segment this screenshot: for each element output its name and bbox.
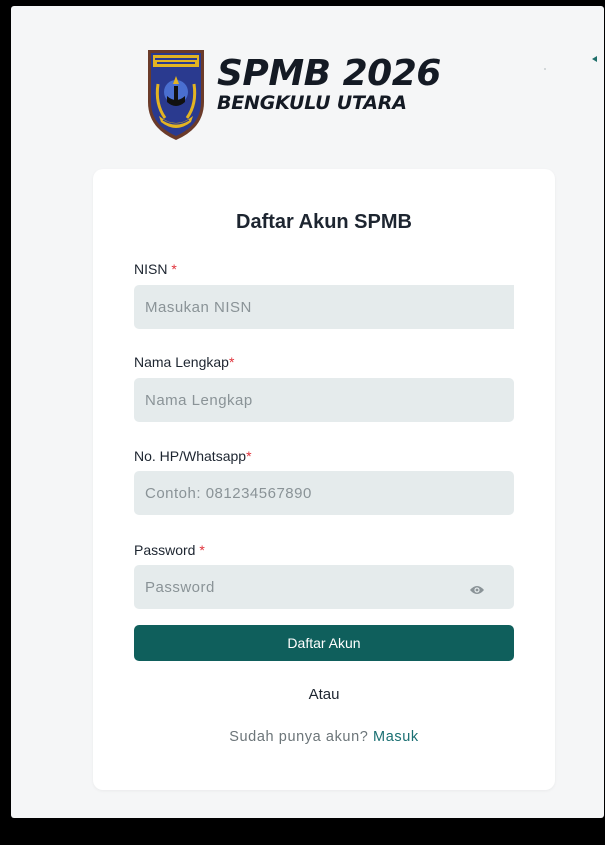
or-separator: Atau [308, 686, 340, 703]
show-password-toggle[interactable] [467, 580, 487, 600]
required-mark: * [199, 542, 205, 558]
brand-title: SPMB 2026 [217, 53, 441, 94]
full-name-label: Nama Lengkap* [134, 354, 234, 370]
kabupaten-crest-icon [148, 50, 204, 140]
phone-label-text: No. HP/Whatsapp [134, 448, 247, 464]
nisn-label: NISN * [134, 261, 177, 277]
password-label: Password * [134, 542, 205, 558]
phone-input[interactable] [134, 471, 514, 515]
password-input[interactable] [134, 565, 514, 609]
nisn-input[interactable] [134, 285, 514, 329]
required-mark: * [228, 354, 235, 370]
phone-label: No. HP/Whatsapp* [134, 448, 252, 464]
nisn-label-text: NISN [134, 261, 172, 277]
login-link[interactable]: Masuk [373, 729, 419, 745]
brand-logo: SPMB 2026 BENGKULU UTARA [145, 44, 445, 144]
eye-icon [470, 586, 484, 594]
full-name-label-text: Nama Lengkap [134, 354, 229, 370]
register-button[interactable]: Daftar Akun [134, 625, 514, 661]
login-prompt-text: Sudah punya akun? [229, 729, 374, 745]
password-label-text: Password [134, 542, 200, 558]
carousel-prev-arrow-icon[interactable] [592, 56, 597, 62]
decor-dot [544, 68, 546, 70]
required-mark: * [171, 261, 177, 277]
brand-subtitle: BENGKULU UTARA [217, 92, 407, 114]
full-name-input[interactable] [134, 378, 514, 422]
page: SPMB 2026 BENGKULU UTARA Daftar Akun SPM… [0, 0, 605, 845]
required-mark: * [246, 448, 252, 464]
register-card: Daftar Akun SPMB NISN * Nama Lengkap* No… [93, 169, 555, 790]
login-prompt: Sudah punya akun? Masuk [93, 729, 555, 745]
form-title: Daftar Akun SPMB [236, 211, 412, 233]
brand-text: SPMB 2026 BENGKULU UTARA [217, 53, 457, 115]
browser-viewport: SPMB 2026 BENGKULU UTARA Daftar Akun SPM… [11, 6, 604, 818]
